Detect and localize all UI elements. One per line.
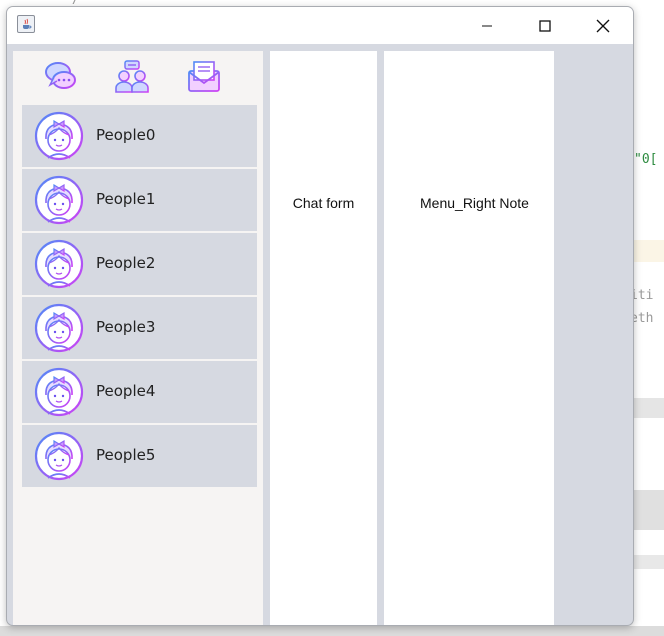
ide-code-line: "0[ [634, 152, 658, 167]
contact-name: People3 [96, 318, 156, 336]
right-note-label: Menu_Right Note [420, 195, 529, 211]
chat-form-label: Chat form [292, 195, 355, 211]
contact-list: People0 People1 People2 People3 People4 … [22, 105, 257, 489]
people-chat-icon[interactable] [114, 59, 150, 95]
contact-item-people0[interactable]: People0 [22, 105, 257, 167]
contact-name: People5 [96, 446, 156, 464]
avatar-icon [34, 175, 84, 225]
contact-item-people4[interactable]: People4 [22, 361, 257, 423]
mail-icon[interactable] [186, 59, 222, 95]
minimize-icon [482, 25, 492, 26]
right-note-panel: Menu_Right Note [384, 51, 554, 625]
maximize-icon [539, 19, 551, 32]
close-icon [596, 19, 610, 32]
contacts-panel: People0 People1 People2 People3 People4 … [13, 51, 263, 625]
avatar-icon [34, 367, 84, 417]
maximize-button[interactable] [516, 7, 574, 44]
avatar-icon [34, 303, 84, 353]
avatar-icon [34, 431, 84, 481]
contact-item-people1[interactable]: People1 [22, 169, 257, 231]
chat-form-panel: Chat form [270, 51, 377, 625]
avatar-icon [34, 111, 84, 161]
toolbar [13, 51, 263, 105]
minimize-button[interactable] [458, 7, 516, 44]
contact-item-people3[interactable]: People3 [22, 297, 257, 359]
title-bar[interactable] [7, 7, 633, 44]
ide-statusbar [0, 626, 664, 636]
avatar-icon [34, 239, 84, 289]
java-icon [17, 15, 35, 33]
chat-bubbles-icon[interactable] [43, 59, 79, 95]
contact-item-people5[interactable]: People5 [22, 425, 257, 487]
contact-name: People4 [96, 382, 156, 400]
close-button[interactable] [574, 7, 632, 44]
contact-name: People0 [96, 126, 156, 144]
contact-item-people2[interactable]: People2 [22, 233, 257, 295]
app-window: People0 People1 People2 People3 People4 … [6, 6, 634, 626]
contact-name: People2 [96, 254, 156, 272]
contact-name: People1 [96, 190, 156, 208]
